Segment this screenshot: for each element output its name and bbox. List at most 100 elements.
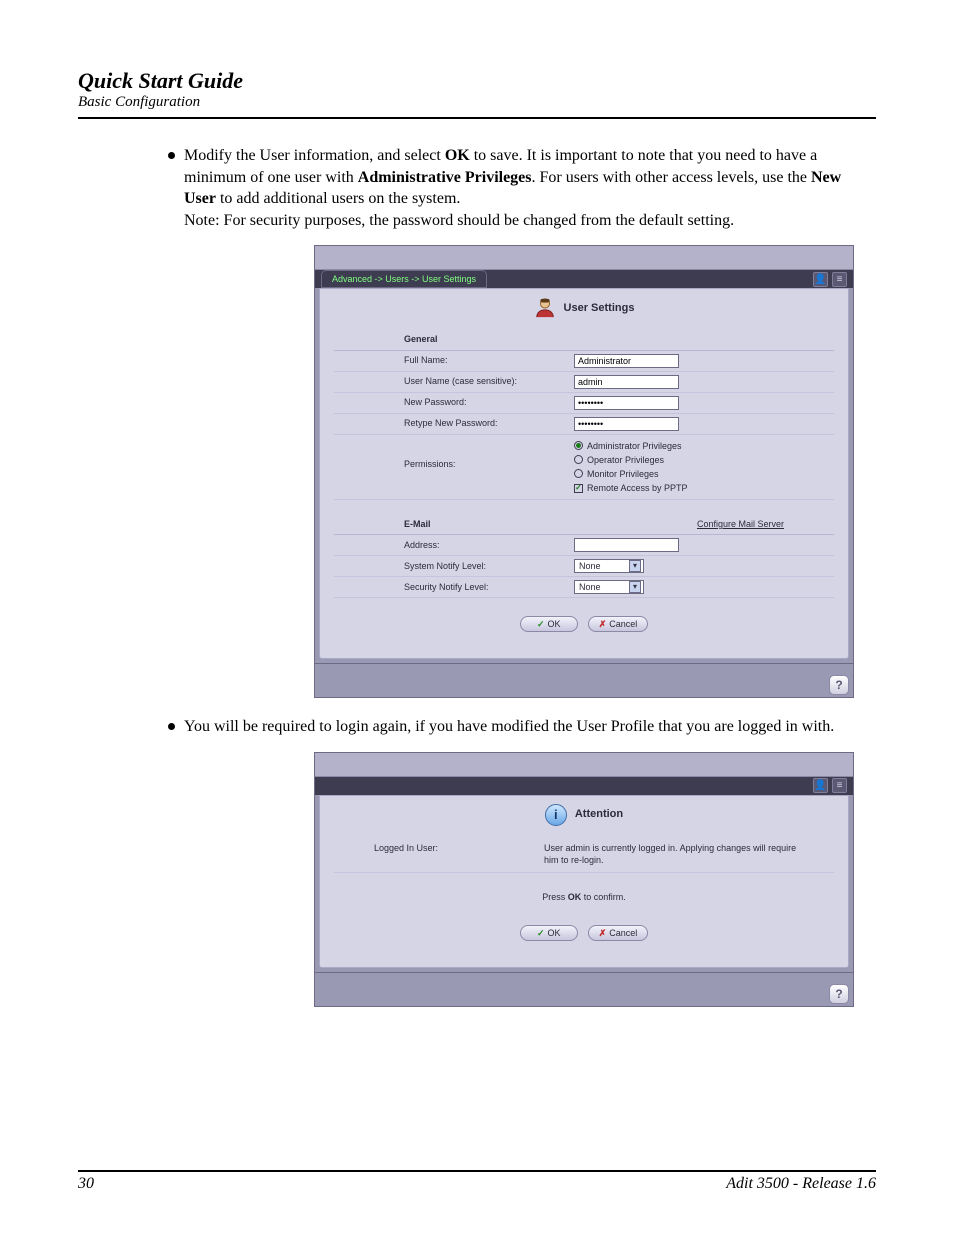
breadcrumb-bar: Advanced -> Users -> User Settings 👤 ≡	[315, 270, 853, 288]
label-full-name: Full Name:	[334, 354, 574, 366]
perm-label: Operator Privileges	[587, 454, 664, 466]
close-icon: ✗	[599, 618, 607, 630]
bullet-text: You will be required to login again, if …	[184, 718, 834, 735]
guide-title: Quick Start Guide	[78, 68, 876, 94]
retype-password-input[interactable]	[574, 417, 679, 431]
help-icon[interactable]: ?	[829, 675, 849, 695]
check-icon: ✓	[537, 927, 545, 939]
figure-attention: 👤 ≡ i Attention Logged In Use	[314, 752, 876, 1007]
label-security-notify: Security Notify Level:	[334, 581, 574, 593]
btn-label: Cancel	[609, 618, 637, 630]
list-small-icon[interactable]: ≡	[832, 272, 847, 287]
val	[574, 417, 834, 431]
checkbox-icon[interactable]: ✓	[574, 484, 583, 493]
logged-in-message: User admin is currently logged in. Apply…	[544, 842, 834, 866]
label-system-notify: System Notify Level:	[334, 560, 574, 572]
bullet-item: Modify the User information, and select …	[78, 145, 876, 698]
app-panel: 👤 ≡ i Attention Logged In Use	[314, 752, 854, 1007]
val	[574, 538, 834, 552]
form-block: Logged In User: User admin is currently …	[320, 836, 848, 967]
perm-operator[interactable]: Operator Privileges	[574, 454, 834, 466]
body-content: Modify the User information, and select …	[78, 145, 876, 1007]
row-new-password: New Password:	[334, 393, 834, 414]
page-footer: 30 Adit 3500 - Release 1.6	[78, 1170, 876, 1193]
app-main: User Settings General Full Name:	[319, 288, 849, 659]
row-security-notify: Security Notify Level: None ▾	[334, 577, 834, 598]
panel-title: Attention	[575, 807, 623, 822]
permissions-list: Administrator Privileges Operator Privil…	[574, 440, 834, 495]
btn-label: OK	[547, 927, 560, 939]
running-header: Quick Start Guide Basic Configuration	[78, 68, 876, 111]
select-value: None	[579, 560, 601, 572]
security-notify-select[interactable]: None ▾	[574, 580, 644, 594]
page-number: 30	[78, 1175, 94, 1193]
section-email-label: E-Mail	[404, 518, 431, 530]
user-small-icon[interactable]: 👤	[813, 272, 828, 287]
button-row: ✓ OK ✗ Cancel	[334, 907, 834, 957]
system-notify-select[interactable]: None ▾	[574, 559, 644, 573]
radio-icon[interactable]	[574, 441, 583, 450]
info-icon: i	[545, 804, 567, 826]
perm-admin[interactable]: Administrator Privileges	[574, 440, 834, 452]
form-block: General Full Name: User Name (case sensi…	[320, 329, 848, 658]
val: None ▾	[574, 559, 834, 573]
section-general: General	[334, 329, 834, 350]
select-value: None	[579, 581, 601, 593]
ok-button[interactable]: ✓ OK	[520, 925, 578, 941]
radio-icon[interactable]	[574, 469, 583, 478]
val	[574, 396, 834, 410]
app-main: i Attention Logged In User: User admin i…	[319, 795, 849, 968]
app-top-strip	[315, 246, 853, 270]
perm-label: Administrator Privileges	[587, 440, 682, 452]
help-icon[interactable]: ?	[829, 984, 849, 1004]
label-retype-password: Retype New Password:	[334, 417, 574, 429]
email-address-input[interactable]	[574, 538, 679, 552]
breadcrumb-bar: 👤 ≡	[315, 777, 853, 795]
app-footer: ?	[315, 663, 853, 697]
ok-button[interactable]: ✓ OK	[520, 616, 578, 632]
configure-mail-link[interactable]: Configure Mail Server	[697, 518, 784, 530]
bullet-text: Modify the User information, and select …	[184, 147, 841, 207]
bullet-list: Modify the User information, and select …	[78, 145, 876, 1007]
txt-bold: OK	[445, 147, 470, 164]
list-small-icon[interactable]: ≡	[832, 778, 847, 793]
app-top-strip	[315, 753, 853, 777]
row-user-name: User Name (case sensitive):	[334, 372, 834, 393]
txt-bold: Administrative Privileges	[358, 169, 532, 186]
row-system-notify: System Notify Level: None ▾	[334, 556, 834, 577]
row-address: Address:	[334, 535, 834, 556]
val	[574, 375, 834, 389]
label-permissions: Permissions:	[334, 440, 574, 470]
label-user-name: User Name (case sensitive):	[334, 375, 574, 387]
user-name-input[interactable]	[574, 375, 679, 389]
btn-label: Cancel	[609, 927, 637, 939]
panel-title-row: i Attention	[320, 796, 848, 836]
panel-title: User Settings	[564, 301, 635, 316]
user-small-icon[interactable]: 👤	[813, 778, 828, 793]
perm-label: Remote Access by PPTP	[587, 482, 688, 494]
label-address: Address:	[334, 539, 574, 551]
txt: . For users with other access levels, us…	[532, 169, 811, 186]
row-full-name: Full Name:	[334, 351, 834, 372]
val: None ▾	[574, 580, 834, 594]
val	[574, 354, 834, 368]
new-password-input[interactable]	[574, 396, 679, 410]
spacer	[334, 500, 834, 514]
txt: Press	[542, 892, 568, 902]
user-icon	[534, 297, 556, 319]
button-row: ✓ OK ✗ Cancel	[334, 598, 834, 648]
txt: to confirm.	[581, 892, 626, 902]
cancel-button[interactable]: ✗ Cancel	[588, 616, 649, 632]
breadcrumb: Advanced -> Users -> User Settings	[321, 270, 487, 288]
section-email: E-Mail Configure Mail Server	[334, 514, 834, 535]
cancel-button[interactable]: ✗ Cancel	[588, 925, 649, 941]
radio-icon[interactable]	[574, 455, 583, 464]
figure-user-settings: Advanced -> Users -> User Settings 👤 ≡	[314, 245, 876, 698]
header-rule	[78, 117, 876, 119]
confirm-line: Press OK to confirm.	[334, 873, 834, 907]
footer-rule	[78, 1170, 876, 1172]
txt-bold: OK	[568, 892, 582, 902]
perm-monitor[interactable]: Monitor Privileges	[574, 468, 834, 480]
perm-remote[interactable]: ✓ Remote Access by PPTP	[574, 482, 834, 494]
full-name-input[interactable]	[574, 354, 679, 368]
